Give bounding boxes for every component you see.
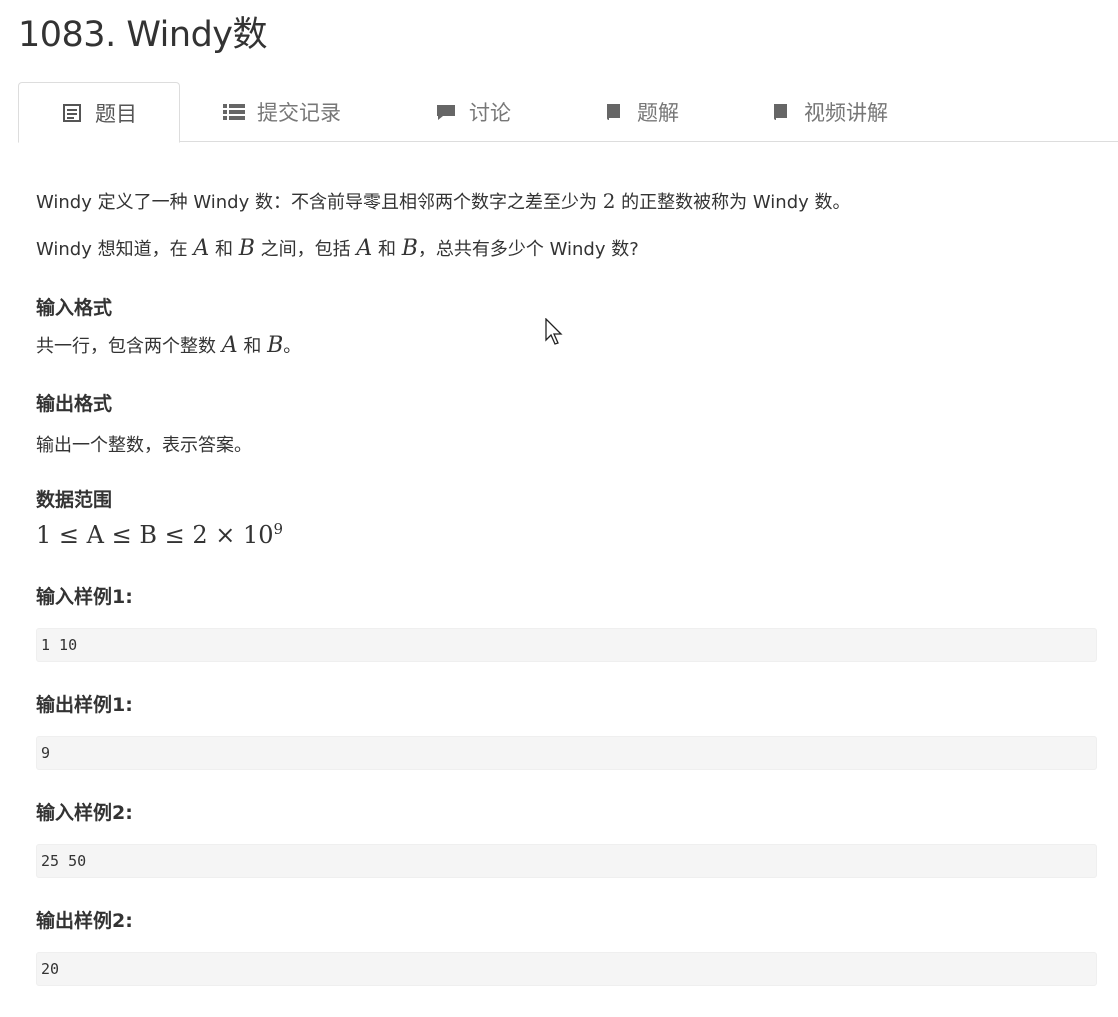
tab-solutions[interactable]: 题解: [603, 82, 679, 142]
math-var-a: A: [193, 236, 210, 261]
description-paragraph-2: Windy 想知道，在 A 和 B 之间，包括 A 和 B，总共有多少个 Win…: [36, 235, 639, 261]
sample-input-1-code: 1 10: [36, 628, 1097, 662]
tab-problem[interactable]: 题目: [18, 82, 180, 143]
data-range-formula: 1 ≤ A ≤ B ≤ 2 × 109: [36, 520, 283, 549]
input-format-heading: 输入格式: [36, 297, 113, 319]
book-icon: [770, 101, 792, 123]
tab-submissions[interactable]: 提交记录: [223, 82, 341, 142]
comment-icon: [435, 101, 457, 123]
sample-output-1-heading: 输出样例1:: [36, 694, 133, 716]
input-format-text-part: 和: [243, 336, 262, 357]
tab-label: 题解: [637, 101, 679, 125]
description-text: Windy 定义了一种 Windy 数：不含前导零且相邻两个数字之差至少为: [36, 192, 597, 213]
sample-input-1-heading: 输入样例1:: [36, 586, 133, 608]
list-icon: [223, 101, 245, 123]
tab-video-explanation[interactable]: 视频讲解: [770, 82, 888, 142]
output-format-text: 输出一个整数，表示答案。: [36, 435, 252, 456]
description-text: 之间，包括: [260, 239, 351, 260]
input-format-text: 共一行，包含两个整数 A 和 B。: [36, 332, 301, 358]
sample-input-2-code: 25 50: [36, 844, 1097, 878]
tab-bar: 题目 提交记录 讨论 题解 视频讲解: [18, 82, 1118, 143]
math-var-b: B: [267, 333, 284, 358]
input-format-text-part: 共一行，包含两个整数: [36, 336, 216, 357]
description-text: 的正整数被称为 Windy 数。: [621, 192, 851, 213]
tab-label: 视频讲解: [804, 101, 888, 125]
description-paragraph-1: Windy 定义了一种 Windy 数：不含前导零且相邻两个数字之差至少为 2 …: [36, 188, 851, 214]
document-icon: [61, 102, 83, 124]
description-text: Windy 想知道，在: [36, 239, 188, 260]
description-text: 和: [214, 239, 233, 260]
sample-output-2-heading: 输出样例2:: [36, 910, 133, 932]
output-format-heading: 输出格式: [36, 393, 113, 415]
sample-output-2-code: 20: [36, 952, 1097, 986]
math-var-b: B: [238, 236, 255, 261]
tab-label: 题目: [95, 101, 137, 126]
sample-output-1-code: 9: [36, 736, 1097, 770]
description-text: 和: [377, 239, 396, 260]
input-format-text-part: 。: [283, 336, 302, 357]
tab-discussion[interactable]: 讨论: [435, 82, 511, 142]
mouse-cursor-icon: [545, 317, 563, 350]
data-range-heading: 数据范围: [36, 489, 113, 511]
page-title: 1083. Windy数: [18, 15, 268, 55]
tab-label: 提交记录: [257, 101, 341, 125]
math-var-a: A: [356, 236, 373, 261]
math-var-a: A: [221, 333, 238, 358]
sample-input-2-heading: 输入样例2:: [36, 802, 133, 824]
book-icon: [603, 101, 625, 123]
range-exponent: 9: [273, 520, 284, 538]
range-formula-text: 1 ≤ A ≤ B ≤ 2 × 10: [36, 521, 274, 549]
math-number: 2: [602, 189, 616, 213]
description-text: ，总共有多少个 Windy 数?: [417, 239, 639, 260]
tab-label: 讨论: [469, 101, 511, 125]
math-var-b: B: [401, 236, 418, 261]
